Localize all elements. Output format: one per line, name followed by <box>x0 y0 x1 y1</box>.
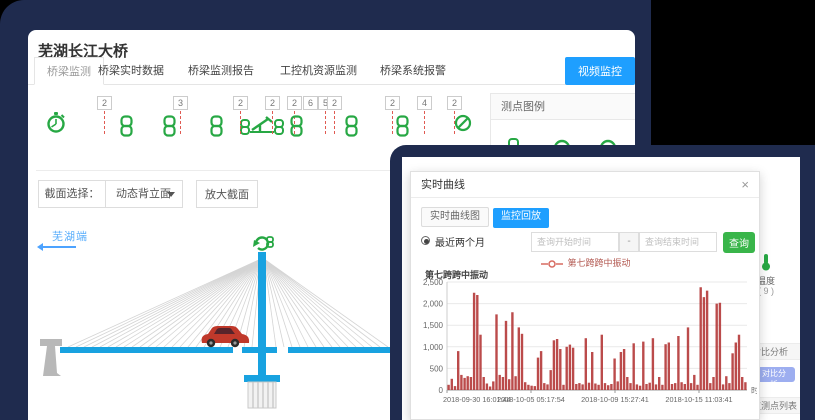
sensor-position-dash <box>392 111 393 134</box>
realtime-curve-dialog: 实时曲线 × 实时曲线图监控回放 最近两个月 - 查询 <box>410 171 760 420</box>
tab-2[interactable]: 桥梁实时数据 <box>98 57 164 85</box>
bridge-abutment <box>40 339 62 376</box>
sensor-count-badge: 2 <box>447 96 462 110</box>
bridge-deck-right <box>288 347 390 353</box>
dialog-tabs: 实时曲线图监控回放 <box>421 206 553 226</box>
tab-4[interactable]: 工控机资源监测 <box>280 57 357 85</box>
legend-panel-title: 测点图例 <box>491 94 635 120</box>
sensor-count-badge: 2 <box>97 96 112 110</box>
tab-1[interactable]: 桥梁监测 <box>34 57 104 85</box>
sensor-position-dash <box>325 111 326 134</box>
sensor-position-dash <box>454 111 455 134</box>
sensor-position-dash <box>180 111 181 134</box>
chain-sensor-icon[interactable] <box>290 115 303 137</box>
dialog-tab-2[interactable]: 监控回放 <box>493 208 549 228</box>
legend-marker-icon <box>541 260 563 268</box>
video-monitor-button[interactable]: 视频监控 <box>565 57 635 85</box>
bridge-pier-cap <box>244 375 280 382</box>
bridge-canvas <box>28 235 390 417</box>
svg-text:1,000: 1,000 <box>423 343 444 352</box>
query-controls: 最近两个月 - 查询 <box>421 232 751 252</box>
date-range-radio[interactable] <box>421 236 430 245</box>
sensor-count-badge: 2 <box>385 96 400 110</box>
sensor-cluster-icon[interactable] <box>240 114 284 136</box>
query-button[interactable]: 查询 <box>723 232 755 253</box>
chain-sensor-icon[interactable] <box>345 115 358 137</box>
svg-text:2,000: 2,000 <box>423 300 444 309</box>
close-icon[interactable]: × <box>741 172 749 198</box>
section-select[interactable]: 动态背立面 <box>105 180 183 208</box>
chain-sensor-icon[interactable] <box>210 115 223 137</box>
svg-text:2,500: 2,500 <box>423 278 444 287</box>
sensor-count-badge: 3 <box>173 96 188 110</box>
dialog-header: 实时曲线 × <box>411 172 759 198</box>
sensor-count-badge: 4 <box>417 96 432 110</box>
sensor-count-badge: 6 <box>303 96 318 110</box>
timer-icon[interactable] <box>46 112 66 134</box>
vibration-chart: 05001,0001,5002,0002,5002018-09-30 16:01… <box>417 278 757 416</box>
sensor-count-badge: 2 <box>233 96 248 110</box>
svg-text:2018-10-05 05:17:54: 2018-10-05 05:17:54 <box>497 395 565 404</box>
sensor-position-dash <box>424 111 425 134</box>
svg-text:1,500: 1,500 <box>423 321 444 330</box>
sensor-count-badge: 2 <box>327 96 342 110</box>
chain-sensor-icon[interactable] <box>120 115 133 137</box>
tab-5[interactable]: 桥梁系统报警 <box>380 57 446 85</box>
screen: 芜湖长江大桥 桥梁监测桥梁实时数据桥梁监测报告工控机资源监测桥梁系统报警 视频监… <box>0 0 815 420</box>
tower-top-rotation-icon[interactable] <box>253 237 273 250</box>
bridge-tower <box>258 252 266 380</box>
modal-window: 温度 ( 9 ) 对比分析 对比分析 监测点列表 实时曲线 × 实时曲线图监控回… <box>390 145 815 420</box>
chevron-down-icon <box>167 192 175 201</box>
section-select-value: 动态背立面 <box>116 188 171 200</box>
zoom-section-button[interactable]: 放大截面 <box>196 180 258 208</box>
sensor-position-dash <box>240 111 241 134</box>
dialog-tab-1[interactable]: 实时曲线图 <box>421 207 489 227</box>
range-separator: - <box>619 232 639 252</box>
modal-page: 温度 ( 9 ) 对比分析 对比分析 监测点列表 实时曲线 × 实时曲线图监控回… <box>402 157 800 420</box>
tab-3[interactable]: 桥梁监测报告 <box>188 57 254 85</box>
bridge-piles <box>248 382 276 408</box>
sensor-position-dash <box>272 111 273 134</box>
bridge-deck-left <box>60 347 233 353</box>
svg-text:时间: 时间 <box>751 385 757 395</box>
radio-label: 最近两个月 <box>435 234 485 249</box>
tab-bar: 桥梁监测桥梁实时数据桥梁监测报告工控机资源监测桥梁系统报警 视频监控 <box>28 57 635 85</box>
dialog-title: 实时曲线 <box>421 179 465 191</box>
chain-sensor-icon[interactable] <box>396 115 409 137</box>
end-time-input[interactable] <box>639 232 717 252</box>
svg-text:2018-10-15 11:03:41: 2018-10-15 11:03:41 <box>665 395 732 404</box>
start-time-input[interactable] <box>531 232 619 252</box>
chain-sensor-icon[interactable] <box>163 115 176 137</box>
sensor-position-dash <box>104 111 105 134</box>
no-sensor-icon[interactable] <box>454 114 472 132</box>
sensor-count-badge: 2 <box>287 96 302 110</box>
svg-text:500: 500 <box>430 364 444 373</box>
legend-label: 第七跨跨中振动 <box>567 258 630 268</box>
section-select-label: 截面选择： <box>38 180 106 208</box>
sensor-position-dash <box>334 111 335 134</box>
svg-text:0: 0 <box>439 386 444 395</box>
svg-text:2018-10-09 15:27:41: 2018-10-09 15:27:41 <box>581 395 649 404</box>
sensor-count-badge: 2 <box>265 96 280 110</box>
thermometer-icon <box>760 253 772 271</box>
